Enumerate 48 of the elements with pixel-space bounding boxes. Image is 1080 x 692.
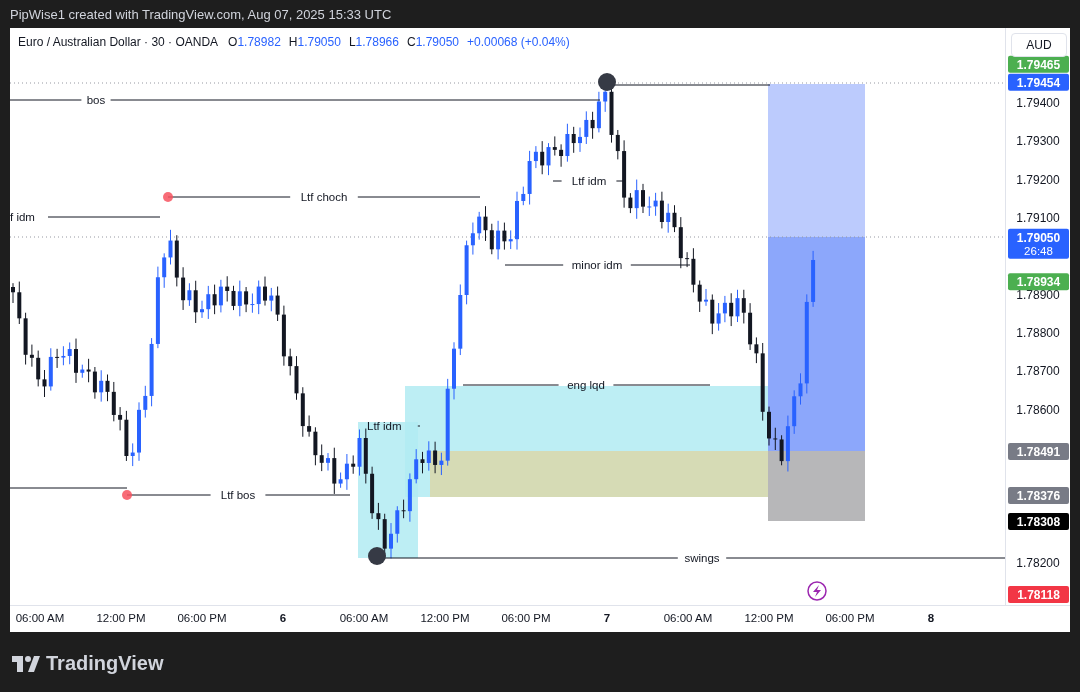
logo-text: TradingView	[46, 652, 164, 675]
time-tick: 12:00 PM	[744, 612, 794, 624]
time-tick: 06:00 PM	[177, 612, 227, 624]
time-tick: 06:00 AM	[663, 612, 713, 624]
price-tick: 1.79400	[1016, 96, 1060, 110]
chart-label: f idm	[10, 211, 35, 223]
chart-label: Ltf choch	[300, 191, 348, 203]
time-tick: 12:00 PM	[96, 612, 146, 624]
chart-label: eng lqd	[567, 379, 605, 391]
chart-caption: PipWise1 created with TradingView.com, Aug 07, 2025 15:33 UTC	[10, 6, 392, 22]
price-tick: 1.78200	[1016, 556, 1060, 570]
price-tick: 1.79200	[1016, 172, 1060, 187]
lightning-icon[interactable]	[807, 581, 827, 601]
price-change: +0.00068 (+0.04%)	[467, 35, 570, 49]
price-badge: 1.78308	[1008, 513, 1069, 531]
price-badge: 1.79050 26:48	[1008, 228, 1069, 259]
chart-label: Ltf idm	[571, 175, 607, 187]
ohlc-value: C1.79050	[406, 35, 459, 49]
swing-point	[598, 73, 616, 91]
time-tick: 06:00 PM	[501, 612, 551, 624]
logo-icon	[12, 655, 40, 672]
time-tick: 06:00 AM	[339, 612, 389, 624]
price-tick: 1.78700	[1016, 364, 1060, 379]
ohlc-value: L1.78966	[348, 35, 399, 49]
time-tick: 8	[927, 612, 935, 624]
price-tick: 1.79300	[1016, 134, 1060, 149]
time-tick: 6	[279, 612, 287, 624]
price-tick: 1.78800	[1016, 326, 1060, 340]
time-tick: 06:00 AM	[15, 612, 65, 624]
price-tick: 1.79100	[1016, 211, 1060, 225]
swing-point	[163, 192, 173, 202]
chart-label: bos	[86, 94, 106, 106]
chart-label: minor idm	[571, 259, 623, 271]
price-badge: 1.78934	[1008, 273, 1069, 291]
time-tick: 7	[603, 612, 611, 624]
price-tick: 1.78600	[1016, 402, 1060, 417]
time-tick: 06:00 PM	[825, 612, 875, 624]
time-tick: 12:00 PM	[420, 612, 470, 624]
price-badge: 1.78376	[1008, 487, 1069, 505]
chart-label: Ltf bos	[220, 489, 256, 501]
currency-button[interactable]: AUD	[1011, 33, 1067, 57]
ohlc-value: O1.78982	[228, 35, 281, 49]
chart-label: Ltf idm	[367, 420, 402, 432]
chart-label: swings	[684, 552, 720, 564]
swing-point	[368, 547, 386, 565]
swing-point	[122, 490, 132, 500]
symbol-title: Euro / Australian Dollar · 30 · OANDA	[18, 35, 219, 49]
ohlc-value: H1.79050	[288, 35, 341, 49]
